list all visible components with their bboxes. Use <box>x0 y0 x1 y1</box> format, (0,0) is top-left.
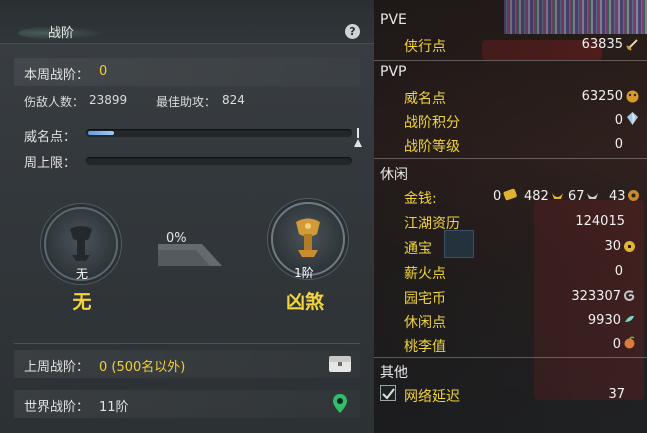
divider <box>374 158 647 159</box>
zhanjie-score-label: 战阶积分 <box>404 115 460 131</box>
zhanjie-score-value: 0 <box>614 113 623 128</box>
tongbao-value: 30 <box>604 239 621 254</box>
gold-ingot-icon <box>503 188 517 201</box>
panel-header: 战阶 ? <box>0 0 374 44</box>
yuanzhai-label: 园宅币 <box>404 291 446 307</box>
money-label: 金钱: <box>404 191 437 207</box>
tongbao-item-icon <box>444 230 474 258</box>
weiming-points-label: 威名点 <box>404 91 446 107</box>
tongbao-label: 通宝 <box>404 241 432 257</box>
weiming-progress-bar <box>86 129 352 137</box>
xiaxing-label: 侠行点 <box>404 39 446 55</box>
weiming-points-value: 63250 <box>581 89 623 104</box>
divider <box>374 357 647 358</box>
xinhuo-label: 薪火点 <box>404 266 446 282</box>
zhanjie-panel: 战阶 ? 本周战阶： 0 伤敌人数： 23899 最佳助攻： 824 威名点： … <box>0 0 374 433</box>
zhanjie-level-value: 0 <box>614 137 623 152</box>
copper-coin-icon <box>628 190 639 201</box>
xiuxian-label: 休闲点 <box>404 315 446 331</box>
sword-icon <box>626 39 638 51</box>
divider <box>14 343 360 344</box>
this-week-value: 0 <box>99 64 108 79</box>
rank-arrow-icon <box>158 244 222 266</box>
leisure-header: 休闲 <box>380 167 408 183</box>
gold-coin-icon <box>552 193 563 199</box>
latency-checkbox[interactable] <box>380 385 396 401</box>
panel-title: 战阶 <box>48 26 75 41</box>
jianghu-value: 124015 <box>575 214 625 229</box>
jade-icon <box>625 315 634 322</box>
zhanjie-level-label: 战阶等级 <box>404 139 460 155</box>
weekly-cap-label: 周上限： <box>24 156 77 171</box>
next-rank-number: 1阶 <box>294 266 314 280</box>
help-icon[interactable]: ? <box>345 24 360 39</box>
check-icon <box>382 388 395 400</box>
currency-panel: PVE 侠行点 63835 PVP 威名点 63250 战阶积分 0 战阶等级 … <box>374 0 647 433</box>
weiming-label: 威名点： <box>24 130 77 145</box>
tiger-mask-icon <box>626 90 639 103</box>
money-zero-value: 0 <box>493 189 502 204</box>
last-week-value: 0 (500名以外) <box>99 360 186 375</box>
current-rank-name: 无 <box>72 291 92 313</box>
next-rank-name: 凶煞 <box>285 291 324 313</box>
divider <box>374 60 647 61</box>
tongbao-coin-icon <box>624 241 635 252</box>
current-rank-number: 无 <box>75 267 88 281</box>
taoli-label: 桃李值 <box>404 339 446 355</box>
yuanzhai-value: 323307 <box>571 289 621 304</box>
money-silver-value: 67 <box>568 189 585 204</box>
swirl-coin-icon <box>623 290 635 302</box>
money-gold-value: 482 <box>524 189 549 204</box>
last-week-label: 上周战阶： <box>24 360 90 375</box>
world-rank-value: 11阶 <box>99 400 129 415</box>
this-week-label: 本周战阶： <box>24 68 90 83</box>
money-copper-value: 43 <box>609 189 626 204</box>
weiming-progress-fill <box>88 131 114 135</box>
xiaxing-value: 63835 <box>581 37 623 52</box>
other-header: 其他 <box>380 365 408 381</box>
best-assist-label: 最佳助攻： <box>156 95 217 109</box>
latency-value: 37 <box>608 387 625 402</box>
latency-label: 网络延迟 <box>404 389 460 405</box>
kill-count-label: 伤敌人数： <box>24 95 85 109</box>
xinhuo-value: 0 <box>614 264 623 279</box>
taoli-value: 0 <box>612 337 621 352</box>
pve-header: PVE <box>380 12 407 28</box>
progress-marker-icon <box>354 128 362 147</box>
xiuxian-value: 9930 <box>587 313 621 328</box>
location-pin-icon[interactable] <box>333 394 347 413</box>
weekly-cap-bar <box>86 157 352 165</box>
pvp-header: PVP <box>380 64 407 80</box>
world-rank-label: 世界战阶： <box>24 400 90 415</box>
reward-chest-icon[interactable] <box>328 355 352 373</box>
silver-coin-icon <box>587 193 598 199</box>
crystal-icon <box>627 112 638 125</box>
peach-icon <box>624 336 635 349</box>
best-assist-value: 824 <box>222 93 245 107</box>
kill-count-value: 23899 <box>89 93 128 107</box>
